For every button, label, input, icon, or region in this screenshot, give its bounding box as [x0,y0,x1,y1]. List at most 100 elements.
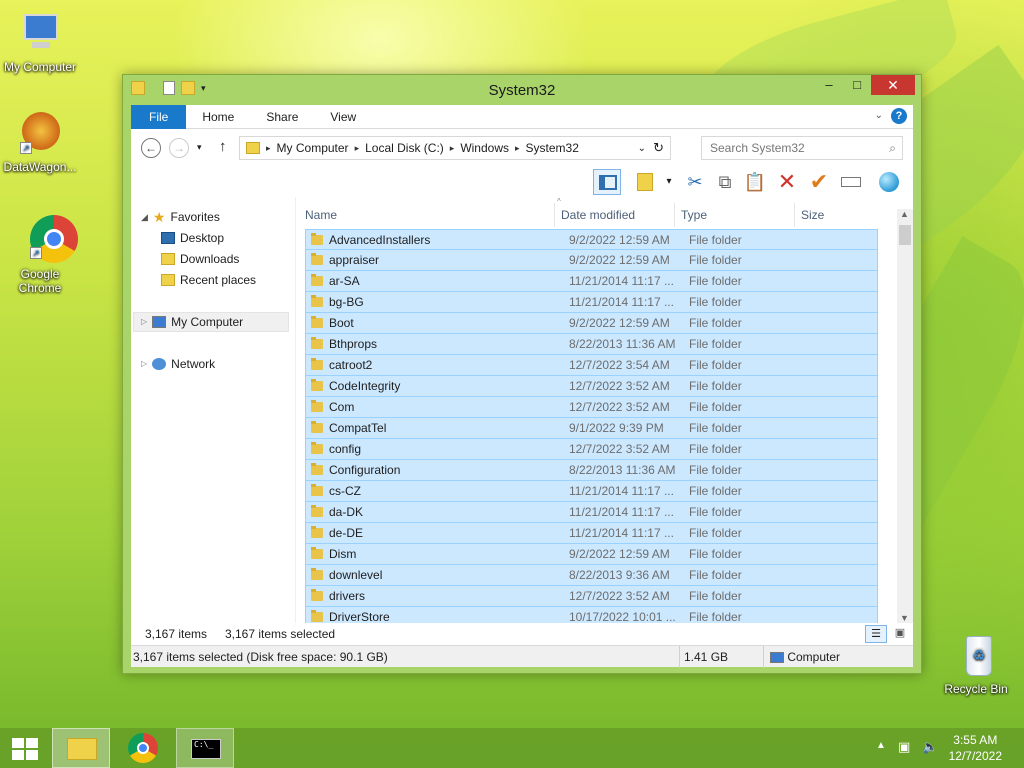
file-name: de-DE [329,526,364,540]
title-bar[interactable]: ▾ System32 – □ ✕ [123,75,921,105]
large-icons-view-icon[interactable]: ▣ [889,625,911,643]
file-list: AdvancedInstallers 9/2/2022 12:59 AM File … [305,229,878,623]
breadcrumb-system32[interactable]: System32 [526,141,579,155]
breadcrumb-local-disk[interactable]: Local Disk (C:) [365,141,444,155]
file-type: File folder [689,379,742,393]
rename-icon[interactable] [837,169,865,195]
folder-icon [311,295,323,307]
breadcrumb-my-computer[interactable]: My Computer [277,141,349,155]
breadcrumb-windows[interactable]: Windows [460,141,509,155]
desktop-icon-chrome[interactable]: ↗ Google Chrome [0,213,80,295]
file-row[interactable]: de-DE 11/21/2014 11:17 ... File folder [305,523,878,544]
file-row[interactable]: CodeIntegrity 12/7/2022 3:52 AM File folde… [305,376,878,397]
file-row[interactable]: config 12/7/2022 3:52 AM File folder [305,439,878,460]
help-icon[interactable]: ? [891,108,907,124]
back-button[interactable]: ← [141,138,161,158]
tab-view[interactable]: View [314,105,372,129]
scroll-up-icon[interactable]: ▲ [900,209,909,219]
file-date: 9/2/2022 12:59 AM [569,253,670,267]
file-name: Com [329,400,355,414]
computer-icon [16,10,64,58]
file-row[interactable]: CompatTel 9/1/2022 9:39 PM File folder [305,418,878,439]
taskbar-file-explorer[interactable] [52,728,110,768]
tab-home[interactable]: Home [186,105,250,129]
file-row[interactable]: Bthprops 8/22/2013 11:36 AM File folder [305,334,878,355]
file-date: 11/21/2014 11:17 ... [569,526,674,540]
refresh-icon[interactable]: ↻ [653,140,664,156]
star-icon: ★ [152,209,166,225]
clock[interactable]: 3:55 AM 12/7/2022 [949,732,1002,764]
collapse-icon[interactable]: ◢ [141,207,148,227]
folder-icon [311,547,323,559]
desktop-icon-recycle-bin[interactable]: ♻ Recycle Bin [936,632,1016,696]
network-tray-icon[interactable]: ▣ [898,739,910,755]
globe-icon[interactable] [875,169,903,195]
expand-icon[interactable]: ▷ [141,312,147,332]
file-row[interactable]: downlevel 8/22/2013 9:36 AM File folder [305,565,878,586]
file-row[interactable]: ar-SA 11/21/2014 11:17 ... File folder [305,271,878,292]
file-name: Configuration [329,463,401,477]
file-type: File folder [689,253,742,267]
file-row[interactable]: Configuration 8/22/2013 11:36 AM File fold… [305,460,878,481]
desktop-icon-datawagon[interactable]: ↗ DataWagon... [0,110,80,174]
show-hidden-icons[interactable]: ▲ [876,740,886,751]
nav-favorites[interactable]: ◢ ★ Favorites [141,207,220,227]
tab-share[interactable]: Share [250,105,314,129]
folder-icon [311,568,323,580]
navigation-pane: ◢ ★ Favorites Desktop Downloads Recent p… [131,197,296,623]
taskbar-command-prompt[interactable]: C:\_ [176,728,234,768]
column-header-type[interactable]: Type [675,203,795,227]
details-view-icon[interactable]: ☰ [865,625,887,643]
taskbar-chrome[interactable] [114,728,172,768]
recent-locations-icon[interactable]: ▾ [197,142,202,153]
file-name: AdvancedInstallers [329,233,431,247]
close-button[interactable]: ✕ [871,75,915,95]
search-input[interactable]: Search System32 ⌕ [701,136,903,160]
recycle-bin-icon: ♻ [952,632,1000,680]
file-row[interactable]: catroot2 12/7/2022 3:54 AM File folder [305,355,878,376]
check-icon[interactable]: ✔ [805,169,833,195]
delete-icon[interactable]: ✕ [773,169,801,195]
file-row[interactable]: da-DK 11/21/2014 11:17 ... File folder [305,502,878,523]
file-row[interactable]: cs-CZ 11/21/2014 11:17 ... File folder [305,481,878,502]
scrollbar-thumb[interactable] [899,225,911,245]
nav-recent-places[interactable]: Recent places [161,270,256,290]
properties-dropdown-icon[interactable]: ▾ [655,169,683,195]
file-row[interactable]: AdvancedInstallers 9/2/2022 12:59 AM File … [305,229,878,250]
address-field[interactable]: ▸ My Computer ▸ Local Disk (C:) ▸ Window… [239,136,671,160]
minimize-button[interactable]: – [815,75,843,95]
expand-ribbon-icon[interactable]: ⌄ [875,110,883,121]
file-row[interactable]: DriverStore 10/17/2022 10:01 ... File fold… [305,607,878,623]
up-button[interactable]: ↑ [219,138,227,155]
column-header-date[interactable]: Date modified [555,203,675,227]
scroll-down-icon[interactable]: ▼ [900,613,909,623]
file-row[interactable]: bg-BG 11/21/2014 11:17 ... File folder [305,292,878,313]
nav-my-computer[interactable]: ▷ My Computer [133,312,289,332]
column-header-size[interactable]: Size [795,203,875,227]
nav-downloads[interactable]: Downloads [161,249,239,269]
maximize-button[interactable]: □ [843,75,871,95]
cut-icon[interactable]: ✂ [681,169,709,195]
file-row[interactable]: Dism 9/2/2022 12:59 AM File folder [305,544,878,565]
window-title: System32 [488,82,556,99]
forward-button[interactable]: → [169,138,189,158]
vertical-scrollbar[interactable]: ▲ ▼ [897,209,913,623]
file-row[interactable]: Boot 9/2/2022 12:59 AM File folder [305,313,878,334]
computer-icon [770,652,784,664]
copy-icon[interactable]: ⧉ [711,169,739,195]
tab-file[interactable]: File [131,104,187,129]
desktop-icon-my-computer[interactable]: My Computer [0,10,80,74]
file-row[interactable]: appraiser 9/2/2022 12:59 AM File folder [305,250,878,271]
file-row[interactable]: drivers 12/7/2022 3:52 AM File folder [305,586,878,607]
nav-desktop[interactable]: Desktop [161,228,224,248]
column-header-name[interactable]: Name [299,203,555,227]
expand-icon[interactable]: ▷ [141,354,147,374]
address-dropdown-icon[interactable]: ⌄ [638,143,646,154]
nav-network[interactable]: ▷ Network [141,354,215,374]
file-row[interactable]: Com 12/7/2022 3:52 AM File folder [305,397,878,418]
paste-icon[interactable]: 📋 [741,169,769,195]
file-name: CodeIntegrity [329,379,401,393]
volume-icon[interactable]: 🔈 [922,739,938,755]
start-button[interactable] [0,728,50,768]
preview-pane-icon[interactable] [593,169,621,195]
